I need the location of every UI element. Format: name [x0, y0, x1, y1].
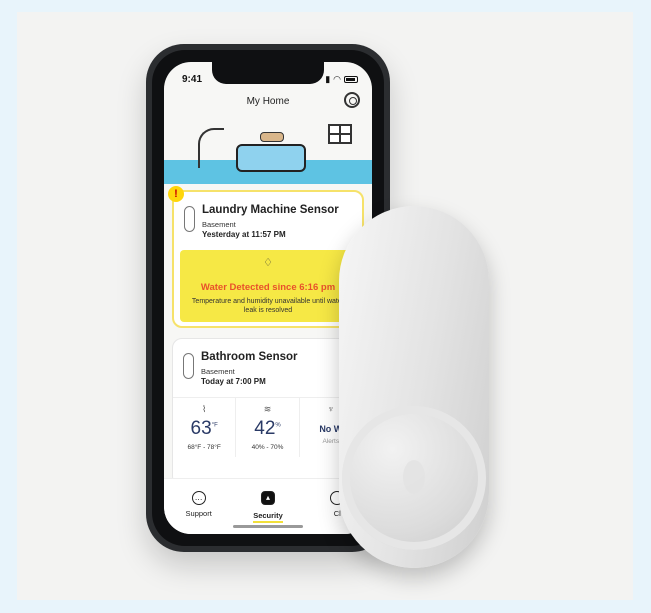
humidity-unit: % [275, 422, 281, 429]
sensor-room: Basement [202, 220, 236, 229]
page-title: My Home [246, 96, 290, 107]
sensor-time: Yesterday at 11:57 PM [202, 230, 286, 239]
humidity-range: 40% - 70% [251, 444, 284, 451]
dog-illustration [260, 132, 284, 142]
sofa-illustration [236, 144, 306, 172]
sensor-icon [184, 206, 195, 232]
tab-support[interactable]: … Support [164, 491, 233, 534]
water-sensor-device [339, 206, 489, 568]
thermometer-icon: ⌇ [201, 404, 207, 414]
alert-badge: ! [168, 186, 184, 202]
chat-icon: … [191, 491, 206, 505]
water-alert-box: ♢ Water Detected since 6:16 pm Temperatu… [180, 250, 356, 322]
flood-illustration [164, 120, 372, 184]
humidity-icon: ≋ [263, 404, 272, 414]
temperature-unit: °F [211, 422, 218, 429]
sensor-name: Bathroom Sensor [201, 351, 298, 363]
device-button [342, 406, 486, 550]
logo-icon [403, 460, 425, 494]
temperature-value: 63 [190, 418, 212, 439]
wifi-icon: ◠ [333, 74, 341, 84]
notch [212, 62, 324, 84]
tab-label: Security [253, 511, 283, 523]
signal-icon: ▮ [325, 74, 331, 84]
status-icons: ▮ ◠ [325, 74, 358, 85]
bathroom-sensor-card[interactable]: Bathroom Sensor Basement Today at 7:00 P… [172, 338, 364, 486]
water-drop-icon: ♢ [263, 257, 273, 269]
sensor-name: Laundry Machine Sensor [202, 204, 339, 216]
temperature-metric: ⌇ 63°F 68°F - 78°F [173, 398, 237, 457]
lamp-illustration [198, 128, 224, 168]
window-illustration [328, 124, 352, 144]
sensor-icon [183, 353, 194, 379]
gear-icon[interactable] [344, 92, 360, 108]
home-indicator [233, 525, 303, 528]
lock-icon: ▴ [260, 491, 275, 505]
humidity-value: 42 [254, 418, 276, 439]
battery-icon [344, 76, 358, 83]
humidity-metric: ≋ 42% 40% - 70% [236, 398, 300, 457]
alert-sensor-card[interactable]: ! Laundry Machine Sensor Basement Yester… [168, 186, 364, 328]
status-time: 9:41 [182, 74, 203, 85]
temperature-range: 68°F - 78°F [187, 444, 221, 451]
alert-message: Temperature and humidity unavailable unt… [191, 298, 345, 314]
sensor-metrics: ⌇ 63°F 68°F - 78°F ≋ 42% 40% - 70% ♆ No … [173, 397, 363, 457]
sensor-time: Today at 7:00 PM [201, 377, 266, 386]
sensor-room: Basement [201, 367, 235, 376]
tab-label: Support [185, 509, 212, 518]
alert-title: Water Detected since 6:16 pm [200, 282, 336, 293]
